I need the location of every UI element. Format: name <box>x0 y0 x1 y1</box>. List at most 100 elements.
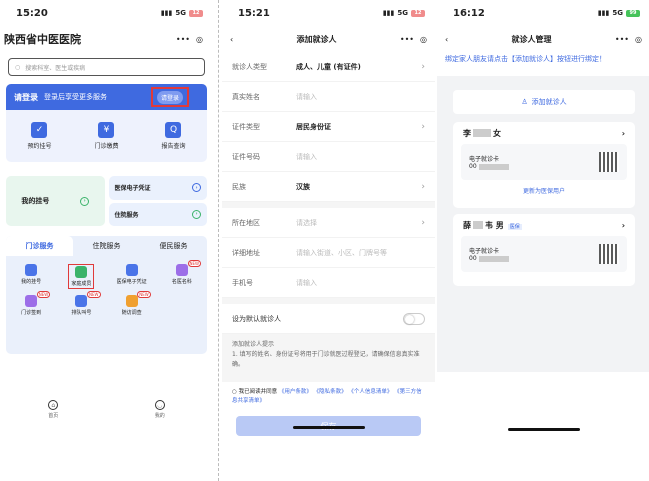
service-survey[interactable]: NEW 随访调查 <box>107 291 157 316</box>
arrow-right-icon: › <box>192 209 201 219</box>
field-address[interactable]: 详细地址 请输入街道、小区、门牌号等 <box>222 238 435 268</box>
insurance-badge: 医保 <box>507 223 522 230</box>
new-badge: NEW <box>187 260 201 267</box>
report-search-icon: Q <box>165 122 182 138</box>
signal-icon: ▮▮▮ <box>597 9 610 17</box>
back-icon[interactable]: ‹ <box>445 35 448 44</box>
field-real-name[interactable]: 真实姓名 请输入 <box>222 82 435 112</box>
field-patient-type[interactable]: 就诊人类型 成人、儿童 (有证件) › <box>222 52 435 82</box>
quick-payment[interactable]: ¥ 门诊缴费 <box>94 122 119 150</box>
field-id-number[interactable]: 证件号码 请输入 <box>222 142 435 172</box>
calendar-icon: ✓ <box>31 122 48 138</box>
service-queue[interactable]: NEW 排队叫号 <box>56 291 106 316</box>
service-family-members[interactable]: 家庭成员 <box>56 264 106 289</box>
service-cards: 我的挂号 › 医保电子凭证 › 住院服务 › <box>6 176 207 226</box>
more-icon[interactable]: ••• <box>176 35 190 44</box>
link-privacy[interactable]: 《隐私条款》 <box>314 389 347 395</box>
quick-report[interactable]: Q 报告查询 <box>161 122 186 150</box>
new-badge: NEW <box>137 291 151 298</box>
add-patient-button[interactable]: ♙ 添加就诊人 <box>453 90 635 114</box>
survey-icon <box>125 295 138 307</box>
chevron-right-icon: › <box>621 128 625 138</box>
clock: 15:20 <box>16 7 48 19</box>
document-icon <box>25 264 38 276</box>
nav-bar: ‹ 添加就诊人 ••• ◎ <box>222 26 435 52</box>
patient-card[interactable]: 薛韦 男医保 › 电子就诊卡 00 <box>453 214 635 286</box>
nav-mine[interactable]: ◡ 我的 <box>154 400 165 419</box>
service-check-in[interactable]: NEW 门诊签到 <box>6 291 56 316</box>
more-icon[interactable]: ••• <box>615 35 629 44</box>
home-indicator <box>293 426 365 429</box>
link-personal-info[interactable]: 《个人信息清单》 <box>348 389 392 395</box>
qr-code-icon[interactable] <box>599 152 619 172</box>
notice-text: 绑定家人朋友请点击【添加就诊人】按钮进行绑定！ <box>445 55 606 63</box>
search-icon: ○ <box>15 63 21 71</box>
status-bar: 15:20 ▮▮▮ 5G 12 <box>0 0 213 26</box>
default-patient-row: 设为默认就诊人 <box>222 304 435 334</box>
clock: 15:21 <box>238 7 270 19</box>
battery-icon: 12 <box>411 9 425 17</box>
tab-convenience[interactable]: 便民服务 <box>140 241 207 251</box>
inpatient-card[interactable]: 住院服务 › <box>108 202 207 226</box>
nav-bar: ‹ 就诊人管理 ••• ◎ <box>437 26 649 52</box>
tab-inpatient[interactable]: 住院服务 <box>73 241 140 251</box>
field-phone[interactable]: 手机号 请输入 <box>222 268 435 298</box>
hint-box: 添加就诊人提示 1. 填写的姓名、身份证号将用于门诊就医过程登记，请确保信息真实… <box>222 334 435 382</box>
service-insurance-voucher[interactable]: 医保电子凭证 <box>107 264 157 289</box>
field-id-type[interactable]: 证件类型 居民身份证 › <box>222 112 435 142</box>
app-title: 陕西省中医医院 <box>4 33 81 46</box>
field-region[interactable]: 所在地区 请选择 › <box>222 208 435 238</box>
agree-checkbox[interactable]: ○ <box>232 389 237 395</box>
patient-card[interactable]: 李女 › 电子就诊卡 00 更新为医保用户 <box>453 122 635 208</box>
service-my-registration[interactable]: 我的挂号 <box>6 264 56 289</box>
profile-icon: ◡ <box>154 400 165 410</box>
close-mini-icon[interactable]: ◎ <box>635 35 642 44</box>
login-button[interactable]: 请登录 <box>151 87 189 107</box>
battery-icon: 12 <box>189 9 203 17</box>
family-icon <box>75 266 88 278</box>
default-toggle[interactable] <box>403 312 425 325</box>
queue-icon <box>75 295 88 307</box>
battery-icon: 99 <box>626 9 640 17</box>
back-icon[interactable]: ‹ <box>230 35 233 44</box>
chevron-right-icon: › <box>421 217 425 228</box>
link-user-terms[interactable]: 《用户条款》 <box>279 389 312 395</box>
page-title: 就诊人管理 <box>511 34 552 44</box>
qr-code-icon[interactable] <box>599 244 619 264</box>
signal-icon: ▮▮▮ <box>160 9 173 17</box>
search-input[interactable]: ○ 搜索科室、医生或疾病 <box>8 58 205 76</box>
plus-icon <box>125 264 138 276</box>
nav-home[interactable]: ⌂ 首页 <box>48 400 58 419</box>
my-registration-card[interactable]: 我的挂号 › <box>6 176 105 226</box>
more-icon[interactable]: ••• <box>400 35 414 44</box>
service-famous-doctors[interactable]: NEW 名医名科 <box>157 260 207 289</box>
page-title: 添加就诊人 <box>296 34 337 44</box>
highlight-box: 家庭成员 <box>68 264 95 289</box>
arrow-right-icon: › <box>80 196 90 206</box>
insurance-voucher-card[interactable]: 医保电子凭证 › <box>108 176 207 200</box>
patient-form: 就诊人类型 成人、儿童 (有证件) › 真实姓名 请输入 证件类型 居民身份证 › 证件号… <box>222 52 435 334</box>
home-icon: ⌂ <box>48 400 59 410</box>
chevron-right-icon: › <box>421 121 425 132</box>
redacted-number <box>478 255 509 262</box>
doctor-icon <box>175 264 188 276</box>
tab-outpatient[interactable]: 门诊服务 <box>6 236 73 256</box>
new-badge: NEW <box>36 291 51 298</box>
status-bar: 15:21 ▮▮▮ 5G 12 <box>222 0 435 26</box>
home-screen: 15:20 ▮▮▮ 5G 12 陕西省中医医院 ••• ◎ ○ 搜索科室、医生或疾病 … <box>0 0 213 481</box>
new-badge: NEW <box>87 291 101 298</box>
upgrade-insurance-link[interactable]: 更新为医保用户 <box>453 186 635 195</box>
bottom-nav: ⌂ 首页 ◡ 我的 <box>0 400 213 419</box>
signal-icon: ▮▮▮ <box>382 9 395 17</box>
login-banner: 请登录 登录后享受更多服务 请登录 <box>6 84 207 110</box>
clock: 16:12 <box>453 7 485 19</box>
e-card: 电子就诊卡 00 <box>461 144 627 180</box>
quick-appointment[interactable]: ✓ 预约挂号 <box>27 122 52 150</box>
add-patient-screen: 15:21 ▮▮▮ 5G 12 ‹ 添加就诊人 ••• ◎ 就诊人类型 成人、儿童 (有… <box>222 0 435 481</box>
chevron-right-icon: › <box>421 181 425 192</box>
close-mini-icon[interactable]: ◎ <box>196 35 203 44</box>
divider <box>218 0 219 481</box>
redacted-number <box>478 163 509 170</box>
close-mini-icon[interactable]: ◎ <box>420 35 427 44</box>
field-ethnicity[interactable]: 民族 汉族 › <box>222 172 435 202</box>
